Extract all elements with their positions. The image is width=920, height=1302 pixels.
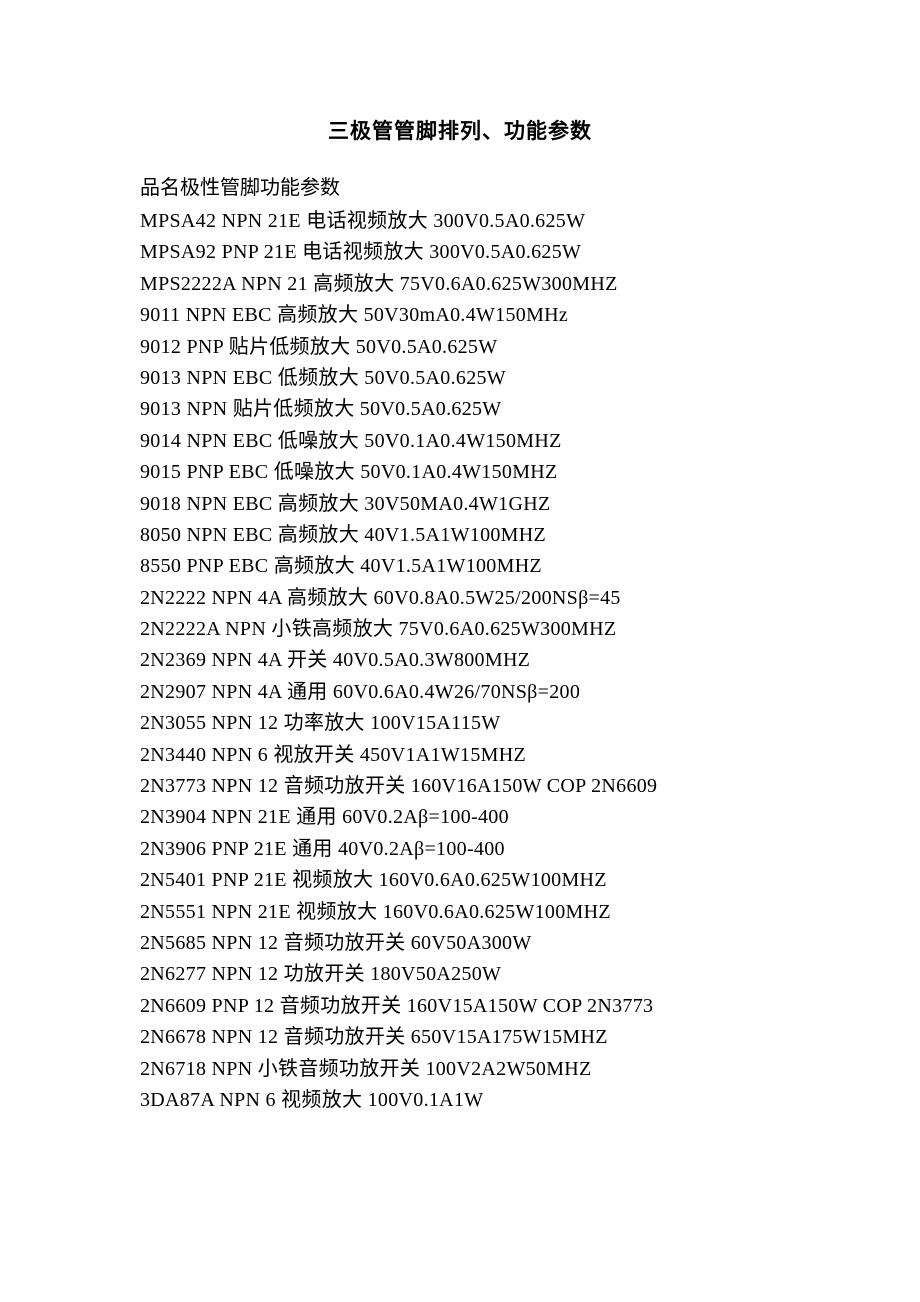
data-row: 2N5401 PNP 21E 视频放大 160V0.6A0.625W100MHZ bbox=[140, 865, 780, 896]
data-row: MPSA92 PNP 21E 电话视频放大 300V0.5A0.625W bbox=[140, 237, 780, 268]
data-row: 9011 NPN EBC 高频放大 50V30mA0.4W150MHz bbox=[140, 300, 780, 331]
data-row: 9013 NPN 贴片低频放大 50V0.5A0.625W bbox=[140, 394, 780, 425]
data-row: 9012 PNP 贴片低频放大 50V0.5A0.625W bbox=[140, 332, 780, 363]
data-row: 2N6609 PNP 12 音频功放开关 160V15A150W COP 2N3… bbox=[140, 991, 780, 1022]
data-row: 2N3906 PNP 21E 通用 40V0.2Aβ=100-400 bbox=[140, 834, 780, 865]
data-row: 2N2907 NPN 4A 通用 60V0.6A0.4W26/70NSβ=200 bbox=[140, 677, 780, 708]
data-row: 2N5551 NPN 21E 视频放大 160V0.6A0.625W100MHZ bbox=[140, 897, 780, 928]
data-row: 2N3773 NPN 12 音频功放开关 160V16A150W COP 2N6… bbox=[140, 771, 780, 802]
data-row: 2N2222 NPN 4A 高频放大 60V0.8A0.5W25/200NSβ=… bbox=[140, 583, 780, 614]
data-row: 3DA87A NPN 6 视频放大 100V0.1A1W bbox=[140, 1085, 780, 1116]
data-row: 2N5685 NPN 12 音频功放开关 60V50A300W bbox=[140, 928, 780, 959]
data-rows-container: MPSA42 NPN 21E 电话视频放大 300V0.5A0.625WMPSA… bbox=[140, 206, 780, 1116]
data-row: 2N6678 NPN 12 音频功放开关 650V15A175W15MHZ bbox=[140, 1022, 780, 1053]
data-row: 9014 NPN EBC 低噪放大 50V0.1A0.4W150MHZ bbox=[140, 426, 780, 457]
data-row: 2N3055 NPN 12 功率放大 100V15A115W bbox=[140, 708, 780, 739]
column-header: 品名极性管脚功能参数 bbox=[140, 173, 780, 204]
data-row: 9018 NPN EBC 高频放大 30V50MA0.4W1GHZ bbox=[140, 489, 780, 520]
data-row: 9015 PNP EBC 低噪放大 50V0.1A0.4W150MHZ bbox=[140, 457, 780, 488]
data-row: MPSA42 NPN 21E 电话视频放大 300V0.5A0.625W bbox=[140, 206, 780, 237]
data-row: 2N6718 NPN 小铁音频功放开关 100V2A2W50MHZ bbox=[140, 1054, 780, 1085]
data-row: MPS2222A NPN 21 高频放大 75V0.6A0.625W300MHZ bbox=[140, 269, 780, 300]
data-row: 2N3440 NPN 6 视放开关 450V1A1W15MHZ bbox=[140, 740, 780, 771]
data-row: 2N2369 NPN 4A 开关 40V0.5A0.3W800MHZ bbox=[140, 645, 780, 676]
document-title: 三极管管脚排列、功能参数 bbox=[140, 115, 780, 145]
data-row: 8550 PNP EBC 高频放大 40V1.5A1W100MHZ bbox=[140, 551, 780, 582]
data-row: 8050 NPN EBC 高频放大 40V1.5A1W100MHZ bbox=[140, 520, 780, 551]
data-row: 2N3904 NPN 21E 通用 60V0.2Aβ=100-400 bbox=[140, 802, 780, 833]
data-row: 2N2222A NPN 小铁高频放大 75V0.6A0.625W300MHZ bbox=[140, 614, 780, 645]
data-row: 9013 NPN EBC 低频放大 50V0.5A0.625W bbox=[140, 363, 780, 394]
data-row: 2N6277 NPN 12 功放开关 180V50A250W bbox=[140, 959, 780, 990]
